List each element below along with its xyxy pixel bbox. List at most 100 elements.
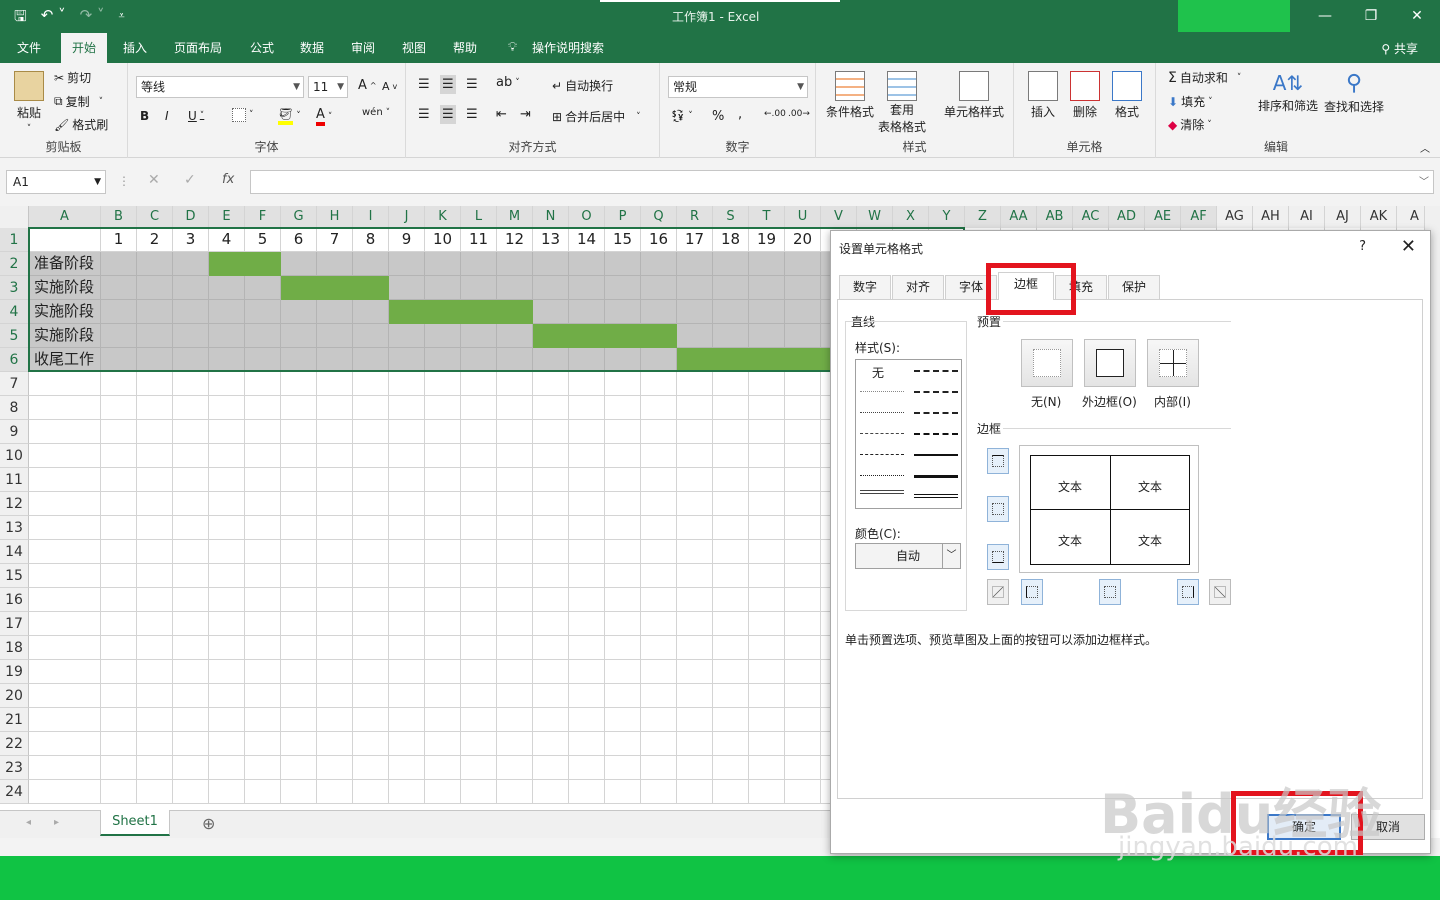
border-right-button[interactable] bbox=[1177, 579, 1199, 605]
cell[interactable] bbox=[785, 708, 821, 732]
cell[interactable] bbox=[245, 732, 281, 756]
cell[interactable] bbox=[281, 660, 317, 684]
cell[interactable] bbox=[785, 252, 821, 276]
cell[interactable] bbox=[605, 444, 641, 468]
cell[interactable] bbox=[749, 300, 785, 324]
fill-color-icon[interactable]: 🪣︎ ˅ bbox=[278, 107, 301, 125]
cell[interactable] bbox=[677, 612, 713, 636]
cell[interactable]: 实施阶段3 bbox=[29, 324, 101, 367]
add-sheet-icon[interactable]: ⊕ bbox=[202, 814, 215, 833]
cell[interactable] bbox=[29, 540, 101, 564]
cell[interactable]: 20 bbox=[785, 228, 821, 252]
cell[interactable] bbox=[389, 276, 425, 300]
cell-styles-button[interactable]: 单元格样式 bbox=[944, 71, 1004, 120]
tab-page-layout[interactable]: 页面布局 bbox=[174, 33, 222, 63]
cell[interactable] bbox=[389, 516, 425, 540]
cell[interactable] bbox=[29, 420, 101, 444]
cell[interactable] bbox=[713, 516, 749, 540]
cell[interactable] bbox=[749, 372, 785, 396]
row-header[interactable]: 20 bbox=[0, 684, 29, 708]
cell[interactable] bbox=[29, 564, 101, 588]
copy-button[interactable]: ⧉ 复制 ˅ bbox=[54, 93, 103, 110]
cell[interactable] bbox=[785, 444, 821, 468]
column-header[interactable]: D bbox=[173, 206, 209, 228]
row-header[interactable]: 11 bbox=[0, 468, 29, 492]
cell[interactable] bbox=[569, 684, 605, 708]
cell[interactable]: 14 bbox=[569, 228, 605, 252]
cell[interactable] bbox=[389, 468, 425, 492]
cell[interactable] bbox=[461, 708, 497, 732]
column-header[interactable]: R bbox=[677, 206, 713, 228]
prev-sheet-icon[interactable]: ◂ bbox=[26, 817, 31, 828]
cell[interactable] bbox=[461, 348, 497, 372]
cell[interactable] bbox=[677, 324, 713, 348]
border-bottom-button[interactable] bbox=[987, 544, 1009, 570]
cell[interactable] bbox=[533, 348, 569, 372]
cell[interactable] bbox=[425, 252, 461, 276]
increase-decimal-icon[interactable]: ←.00 bbox=[764, 109, 786, 119]
orientation-icon[interactable]: ab ˅ bbox=[496, 75, 520, 90]
cell[interactable]: 15 bbox=[605, 228, 641, 252]
cell[interactable] bbox=[29, 468, 101, 492]
cell[interactable] bbox=[533, 252, 569, 276]
cell[interactable] bbox=[317, 372, 353, 396]
cell[interactable] bbox=[641, 300, 677, 324]
cell[interactable] bbox=[569, 252, 605, 276]
cell[interactable] bbox=[533, 756, 569, 780]
cell[interactable] bbox=[749, 468, 785, 492]
cell[interactable] bbox=[101, 612, 137, 636]
cell[interactable] bbox=[641, 588, 677, 612]
cell[interactable] bbox=[317, 756, 353, 780]
cell[interactable] bbox=[641, 492, 677, 516]
clear-button[interactable]: ◆ 清除 ˅ bbox=[1168, 116, 1212, 133]
cell[interactable] bbox=[137, 684, 173, 708]
row-header[interactable]: 12 bbox=[0, 492, 29, 516]
cell[interactable] bbox=[209, 396, 245, 420]
cell[interactable] bbox=[677, 444, 713, 468]
formula-input[interactable]: ﹀ bbox=[250, 170, 1434, 194]
dialog-close-button[interactable]: ✕ bbox=[1401, 236, 1416, 257]
cell[interactable] bbox=[533, 444, 569, 468]
column-header[interactable]: F bbox=[245, 206, 281, 228]
phonetic-icon[interactable]: wén ˅ bbox=[362, 107, 390, 118]
cell[interactable] bbox=[389, 636, 425, 660]
cell[interactable] bbox=[677, 516, 713, 540]
row-header[interactable]: 21 bbox=[0, 708, 29, 732]
sort-filter-button[interactable]: A⇅ 排序和筛选 bbox=[1258, 71, 1318, 114]
cell[interactable] bbox=[173, 660, 209, 684]
cell[interactable] bbox=[353, 300, 389, 324]
cell[interactable] bbox=[209, 444, 245, 468]
find-select-button[interactable]: ⚲ 查找和选择 bbox=[1324, 71, 1384, 115]
cell[interactable] bbox=[389, 420, 425, 444]
cell[interactable] bbox=[785, 468, 821, 492]
cell[interactable] bbox=[29, 756, 101, 780]
cell[interactable] bbox=[173, 420, 209, 444]
row-header[interactable]: 18 bbox=[0, 636, 29, 660]
borders-icon[interactable]: ˅ bbox=[232, 108, 254, 122]
cell[interactable] bbox=[245, 684, 281, 708]
cell[interactable] bbox=[749, 588, 785, 612]
cell[interactable] bbox=[713, 324, 749, 348]
row-header[interactable]: 6 bbox=[0, 348, 29, 372]
row-header[interactable]: 2 bbox=[0, 252, 29, 276]
tab-home[interactable]: 开始 bbox=[61, 33, 108, 63]
cell[interactable] bbox=[101, 276, 137, 300]
cell[interactable]: 8 bbox=[353, 228, 389, 252]
cell[interactable] bbox=[245, 324, 281, 348]
cell[interactable] bbox=[317, 588, 353, 612]
row-header[interactable]: 22 bbox=[0, 732, 29, 756]
cell[interactable] bbox=[533, 468, 569, 492]
cell[interactable] bbox=[497, 324, 533, 348]
cell[interactable] bbox=[569, 540, 605, 564]
cell[interactable] bbox=[317, 348, 353, 372]
italic-icon[interactable]: I bbox=[165, 109, 169, 123]
cell[interactable] bbox=[713, 468, 749, 492]
enter-icon[interactable]: ✓ bbox=[184, 172, 196, 188]
column-header[interactable]: N bbox=[533, 206, 569, 228]
cell[interactable] bbox=[209, 492, 245, 516]
tab-formulas[interactable]: 公式 bbox=[250, 33, 274, 63]
cell[interactable] bbox=[101, 420, 137, 444]
cell[interactable] bbox=[605, 564, 641, 588]
cell[interactable] bbox=[101, 660, 137, 684]
cell[interactable] bbox=[389, 348, 425, 372]
